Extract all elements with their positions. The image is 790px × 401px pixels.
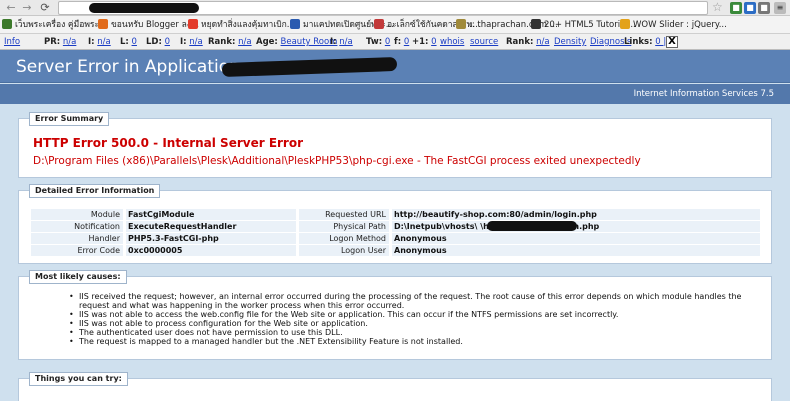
seo-rank[interactable]: Rank: n/a	[208, 36, 252, 48]
bookmark-favicon-icon	[374, 19, 384, 29]
detail-label: Requested URL	[299, 209, 389, 220]
seo-index[interactable]: I: n/a	[88, 36, 111, 48]
likely-causes-panel: Most likely causes: IIS received the req…	[18, 270, 772, 360]
title-redaction	[221, 56, 398, 78]
bookmark-favicon-icon	[2, 19, 12, 29]
cause-item: IIS was not able to process configuratio…	[69, 319, 759, 328]
seo-twitter[interactable]: Tw: 0	[366, 36, 390, 48]
seo-links[interactable]: L: 0	[120, 36, 137, 48]
address-bar: ← → ⟳ ☆ ■ ■ ■ ≡	[0, 0, 790, 16]
detail-value: Anonymous	[392, 233, 760, 244]
bookmark-favicon-icon	[98, 19, 108, 29]
seo-age[interactable]: Age: Beauty Room	[256, 36, 337, 48]
error-summary-legend: Error Summary	[29, 112, 110, 126]
bookmark-favicon-icon	[456, 19, 466, 29]
path-redaction	[487, 221, 577, 231]
detail-label: Logon Method	[299, 233, 389, 244]
page-title: Server Error in Application	[16, 57, 240, 77]
detail-label: Handler	[31, 233, 123, 244]
detail-value: 0xc0000005	[126, 245, 296, 256]
extension-icon[interactable]: ■	[730, 2, 742, 14]
header-subbar: Internet Information Services 7.5	[0, 84, 790, 104]
detail-label: Module	[31, 209, 123, 220]
detailed-error-panel: Detailed Error Information Module FastCg…	[18, 184, 772, 264]
detail-row: Handler PHP5.3-FastCGI-php Logon Method …	[31, 233, 761, 244]
bookmark-favicon-icon	[531, 19, 541, 29]
seo-toolbar: Info PR: n/a I: n/a L: 0 LD: 0 I: n/a Ra…	[0, 34, 790, 50]
causes-list: IIS received the request; however, an in…	[69, 292, 759, 346]
seo-index-3[interactable]: I: n/a	[330, 36, 353, 48]
cause-item: IIS was not able to access the web.confi…	[69, 310, 759, 319]
bookmark-star-icon[interactable]: ☆	[712, 0, 723, 15]
seo-close-button[interactable]: X	[666, 36, 678, 48]
bookmarks-bar: เว็บพระเครื่อง คู่มือพระ... ขอนหรับ Blog…	[0, 16, 790, 34]
detail-label: Logon User	[299, 245, 389, 256]
seo-info-link[interactable]: Info	[4, 36, 20, 48]
bookmark-item[interactable]: ขอนหรับ Blogger ลง...	[98, 18, 199, 32]
error-heading: HTTP Error 500.0 - Internal Server Error	[33, 136, 304, 150]
detail-label: Notification	[31, 221, 123, 232]
error-summary-panel: Error Summary HTTP Error 500.0 - Interna…	[18, 112, 772, 178]
detail-value: Anonymous	[392, 245, 760, 256]
error-content: Error Summary HTTP Error 500.0 - Interna…	[0, 104, 790, 401]
bookmark-favicon-icon	[620, 19, 630, 29]
seo-source-link[interactable]: source	[470, 36, 498, 48]
seo-facebook[interactable]: f: 0	[394, 36, 409, 48]
reload-icon[interactable]: ⟳	[38, 1, 52, 15]
detail-value: http://beautify-shop.com:80/admin/login.…	[392, 209, 760, 220]
detail-label: Physical Path	[299, 221, 389, 232]
menu-icon[interactable]: ≡	[774, 2, 786, 14]
forward-arrow-icon[interactable]: →	[20, 1, 34, 15]
bookmark-favicon-icon	[188, 19, 198, 29]
detailed-error-legend: Detailed Error Information	[29, 184, 161, 198]
bookmark-favicon-icon	[290, 19, 300, 29]
back-arrow-icon[interactable]: ←	[4, 1, 18, 15]
things-to-try-panel: Things you can try:	[18, 372, 772, 401]
things-to-try-legend: Things you can try:	[29, 372, 128, 386]
seo-index-2[interactable]: I: n/a	[180, 36, 203, 48]
detail-value: PHP5.3-FastCGI-php	[126, 233, 296, 244]
seo-whois-link[interactable]: whois	[440, 36, 464, 48]
seo-plusone[interactable]: +1: 0	[412, 36, 437, 48]
page-header: Server Error in Application	[0, 50, 790, 83]
url-input[interactable]	[58, 1, 708, 15]
detail-row: Notification ExecuteRequestHandler Physi…	[31, 221, 761, 232]
url-redaction	[89, 3, 199, 13]
cause-item: IIS received the request; however, an in…	[69, 292, 759, 310]
detail-value: ExecuteRequestHandler	[126, 221, 296, 232]
seo-linking-domains[interactable]: LD: 0	[146, 36, 170, 48]
bookmark-item[interactable]: เว็บพระเครื่อง คู่มือพระ...	[2, 18, 107, 32]
detail-row: Module FastCgiModule Requested URL http:…	[31, 209, 761, 220]
cause-item: The request is mapped to a managed handl…	[69, 337, 759, 346]
iis-version: Internet Information Services 7.5	[633, 89, 774, 99]
detail-row: Error Code 0xc0000005 Logon User Anonymo…	[31, 245, 761, 256]
detail-label: Error Code	[31, 245, 123, 256]
cause-item: The authenticated user does not have per…	[69, 328, 759, 337]
bookmark-item[interactable]: หยุดทำสิ่งแลงคุ้มทาเบิก...	[188, 18, 295, 32]
extension-icon[interactable]: ■	[744, 2, 756, 14]
error-message: D:\Program Files (x86)\Parallels\Plesk\A…	[33, 155, 641, 167]
seo-pagerank[interactable]: PR: n/a	[44, 36, 76, 48]
detail-value: FastCgiModule	[126, 209, 296, 220]
seo-density-link[interactable]: Density	[554, 36, 586, 48]
seo-rank-2[interactable]: Rank: n/a	[506, 36, 550, 48]
likely-causes-legend: Most likely causes:	[29, 270, 127, 284]
extension-icon[interactable]: ■	[758, 2, 770, 14]
bookmark-item[interactable]: WOW Slider : jQuery...	[620, 18, 727, 32]
